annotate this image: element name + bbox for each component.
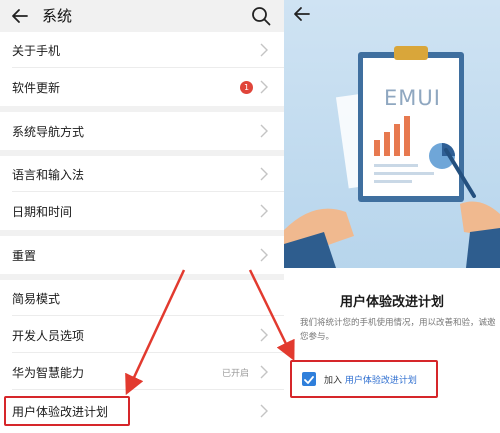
clipboard-illustration	[284, 46, 500, 268]
user-experience-screen: EMUI 用户体验改进计划 我们将统计您的手机使用情况，用以改善和验，诚邀您参与…	[284, 0, 500, 433]
settings-item-label: 系统导航方式	[12, 124, 85, 139]
chevron-right-icon	[260, 167, 268, 181]
settings-item-simple-mode[interactable]: 简易模式	[0, 280, 284, 316]
settings-item-developer-options[interactable]: 开发人员选项	[0, 317, 284, 353]
divider	[12, 352, 284, 353]
update-count-badge: 1	[240, 80, 253, 94]
chevron-right-icon	[260, 80, 268, 94]
check-icon	[304, 376, 314, 384]
settings-card-3: 语言和输入法 日期和时间	[0, 156, 284, 230]
checkbox-label: 加入 用户体验改进计划	[324, 373, 417, 386]
settings-item-label: 软件更新	[12, 80, 61, 95]
divider	[12, 67, 284, 68]
settings-card-4: 重置	[0, 236, 284, 274]
chevron-right-icon	[260, 43, 268, 57]
page-title: 用户体验改进计划	[339, 295, 444, 310]
settings-item-date-time[interactable]: 日期和时间	[0, 193, 284, 229]
emui-logo-text: EMUI	[384, 86, 441, 110]
settings-system-screen: 系统 关于手机 软件更新 1 系统导航方式 语言和输入法 日期和时间 重置 简易…	[0, 0, 284, 433]
highlight-box	[4, 396, 130, 426]
settings-item-label: 重置	[12, 248, 37, 263]
back-arrow-icon[interactable]	[10, 6, 30, 26]
chevron-right-icon	[260, 365, 268, 379]
hero-illustration: EMUI	[284, 0, 500, 268]
settings-item-label: 华为智慧能力	[12, 365, 85, 380]
description-text: 我们将统计您的手机使用情况，用以改善和验，诚邀您参与。	[300, 318, 496, 342]
top-bar: 系统	[0, 0, 284, 32]
program-link[interactable]: 用户体验改进计划	[345, 376, 417, 386]
settings-item-software-update[interactable]: 软件更新 1	[0, 69, 284, 105]
settings-item-label: 开发人员选项	[12, 328, 85, 343]
divider	[12, 389, 284, 390]
back-arrow-icon[interactable]	[292, 4, 312, 24]
chevron-right-icon	[260, 328, 268, 342]
checkbox-label-prefix: 加入	[324, 376, 343, 386]
settings-card-1: 关于手机 软件更新 1	[0, 32, 284, 106]
page-title: 系统	[42, 7, 73, 25]
settings-item-about-phone[interactable]: 关于手机	[0, 32, 284, 68]
divider	[12, 315, 284, 316]
status-text: 已开启	[222, 368, 250, 379]
search-icon[interactable]	[250, 5, 272, 27]
chevron-right-icon	[260, 404, 268, 418]
chevron-right-icon	[260, 124, 268, 138]
settings-item-navigation[interactable]: 系统导航方式	[0, 113, 284, 149]
chevron-right-icon	[260, 204, 268, 218]
divider	[12, 191, 284, 192]
settings-item-huawei-intelligence[interactable]: 华为智慧能力 已开启	[0, 354, 284, 390]
join-checkbox[interactable]	[302, 372, 316, 386]
settings-item-label: 语言和输入法	[12, 167, 85, 182]
settings-item-language-input[interactable]: 语言和输入法	[0, 156, 284, 192]
settings-card-2: 系统导航方式	[0, 112, 284, 150]
settings-item-label: 关于手机	[12, 43, 61, 58]
highlight-box: 加入 用户体验改进计划	[290, 360, 438, 398]
settings-item-label: 简易模式	[12, 291, 61, 306]
settings-item-reset[interactable]: 重置	[0, 237, 284, 273]
chevron-right-icon	[260, 248, 268, 262]
settings-item-label: 日期和时间	[12, 204, 73, 219]
